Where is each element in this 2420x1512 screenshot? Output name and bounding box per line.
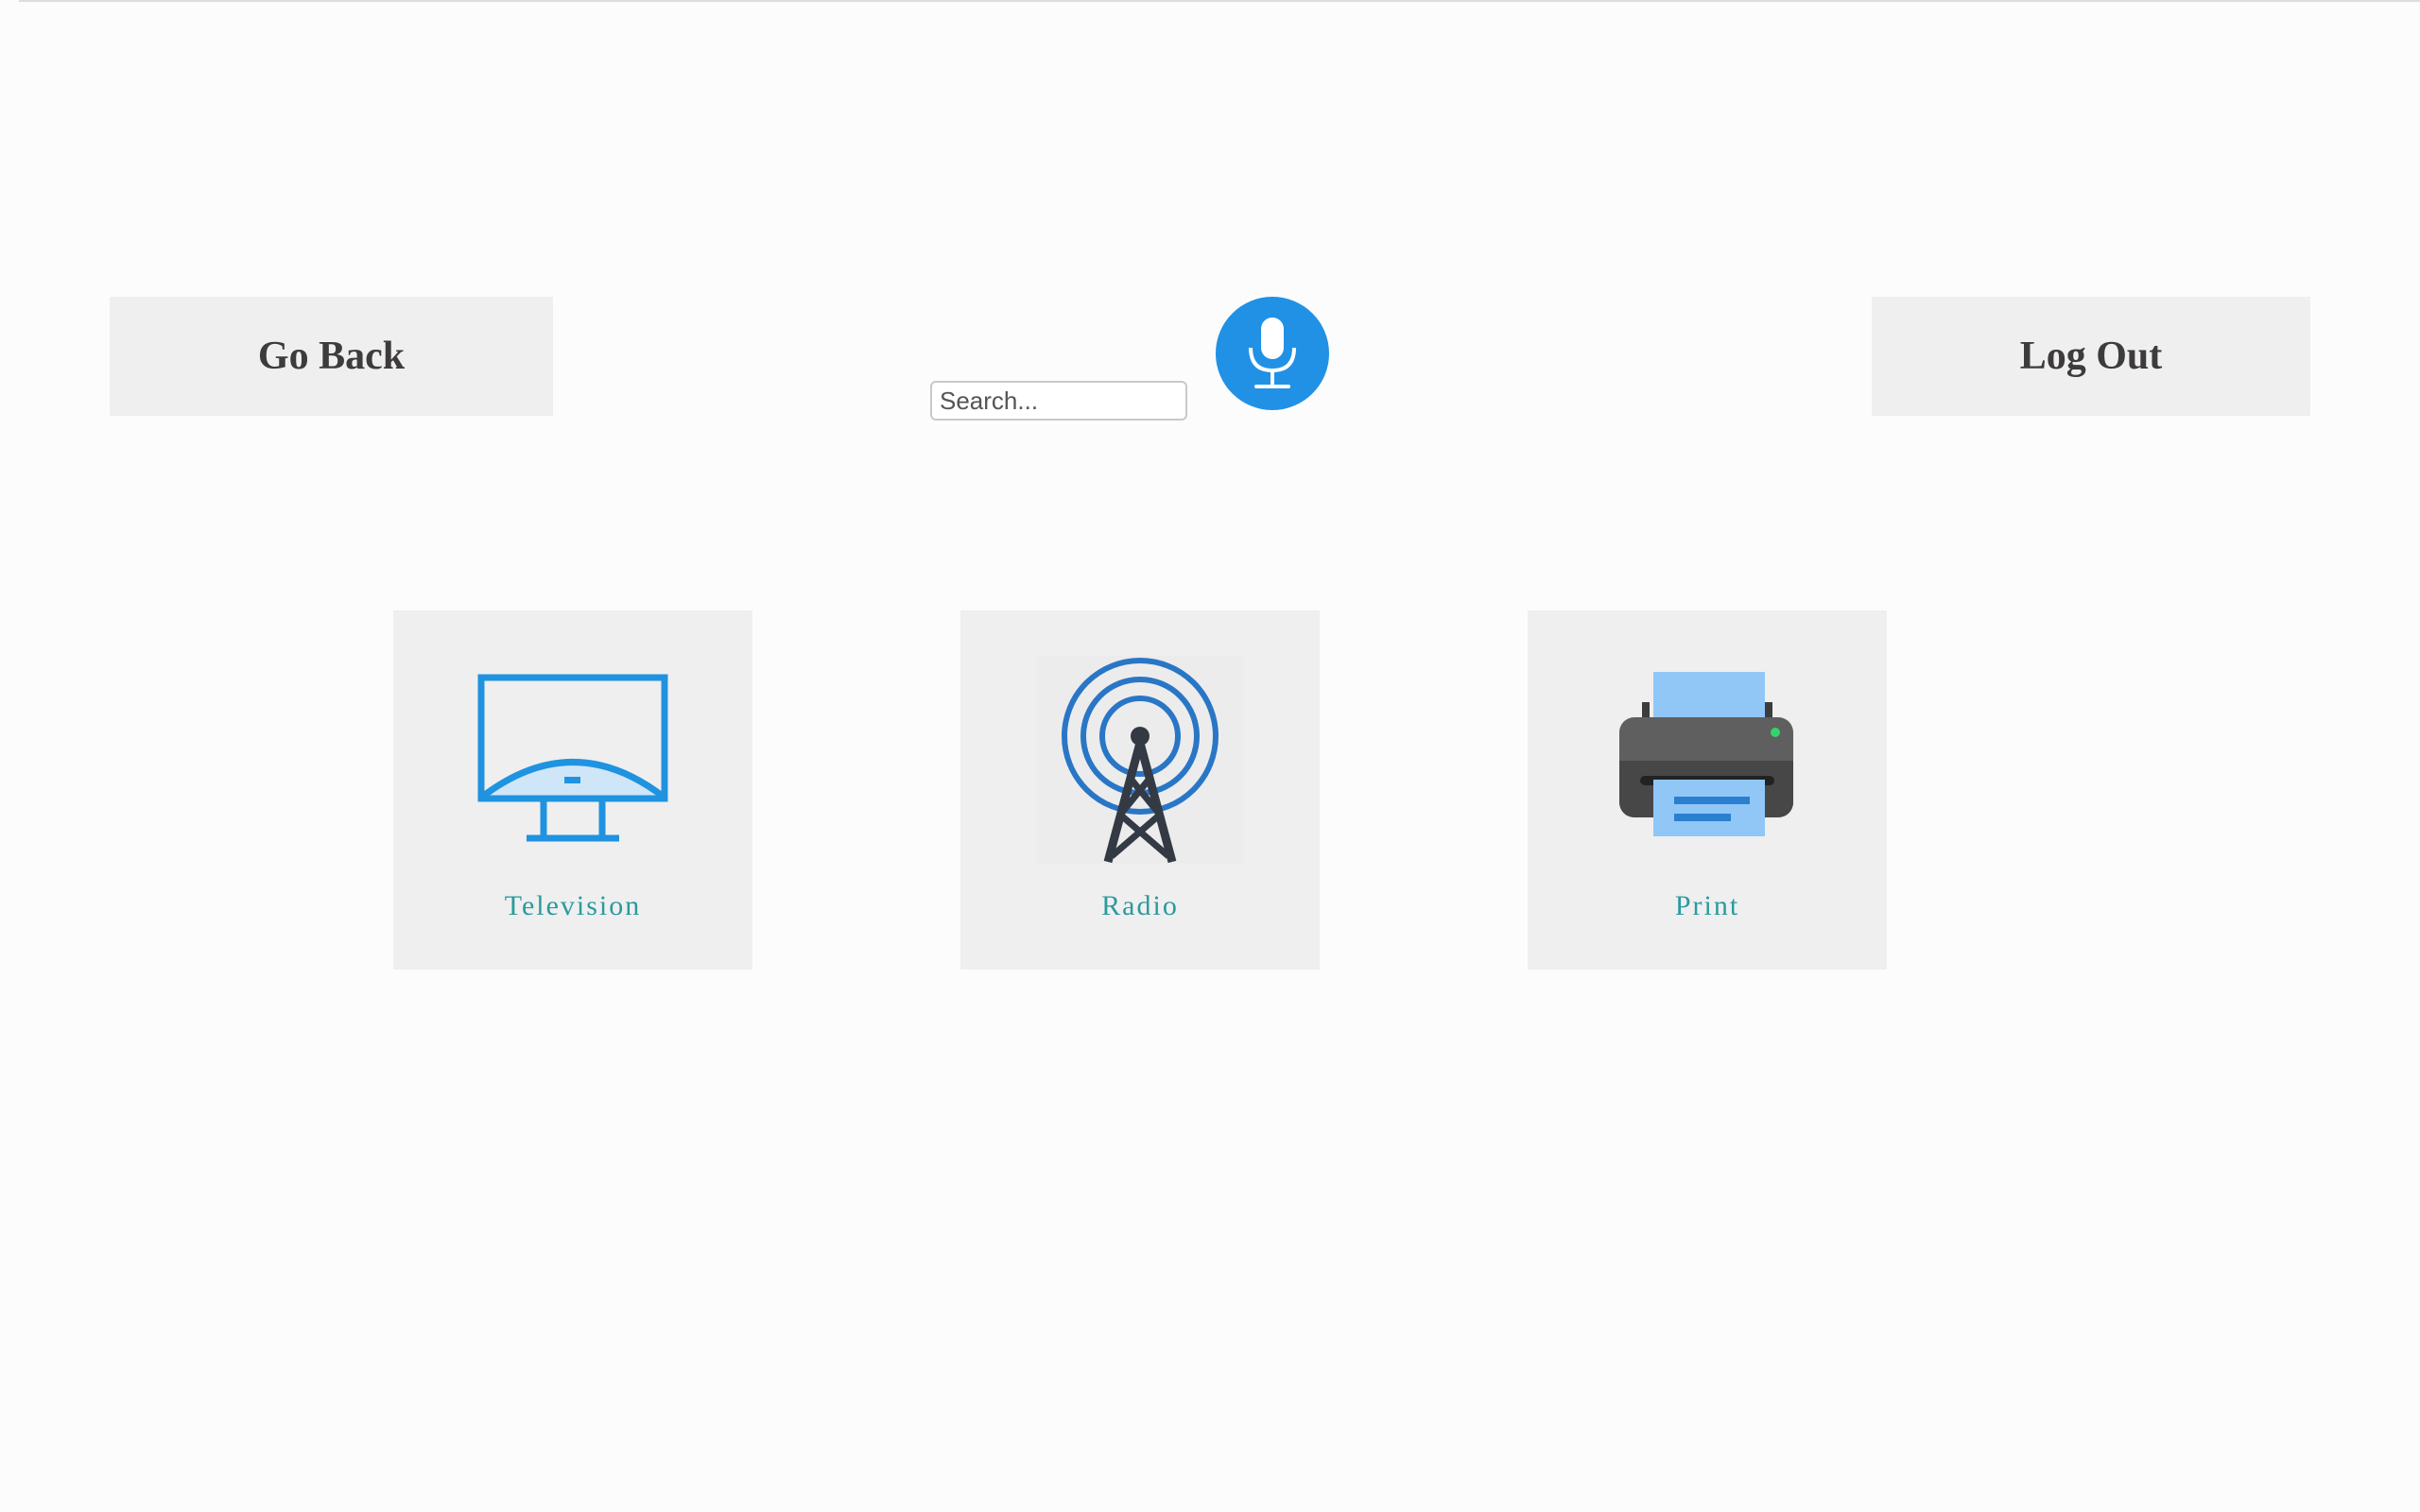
go-back-button[interactable]: Go Back	[110, 297, 553, 416]
tile-print[interactable]: Print	[1528, 610, 1887, 970]
microphone-icon	[1249, 318, 1296, 388]
tile-television[interactable]: Television	[393, 610, 752, 970]
search-input[interactable]	[930, 381, 1187, 421]
printer-icon	[1603, 656, 1811, 864]
tile-label-radio: Radio	[1101, 890, 1179, 921]
microphone-button[interactable]	[1216, 297, 1329, 410]
tile-radio[interactable]: Radio	[960, 610, 1320, 970]
radio-tower-icon	[1036, 656, 1244, 864]
page: Go Back Log Out Television	[0, 0, 2420, 1512]
tile-label-print: Print	[1674, 890, 1740, 921]
television-icon	[469, 656, 677, 864]
tile-label-television: Television	[504, 890, 642, 921]
top-divider	[19, 0, 2420, 2]
log-out-button[interactable]: Log Out	[1872, 297, 2310, 416]
